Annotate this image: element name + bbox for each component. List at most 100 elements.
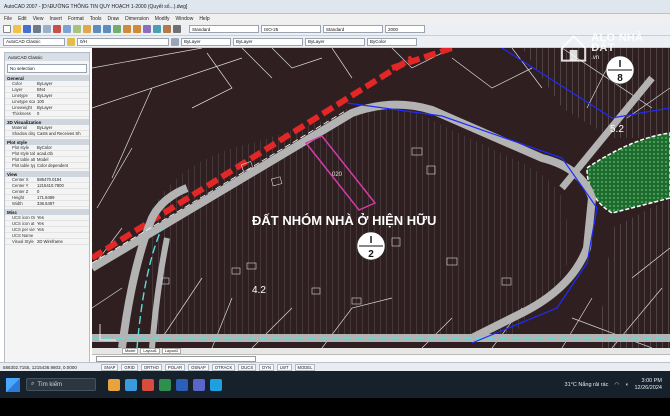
calculator-icon[interactable] [173, 25, 181, 33]
text-style-select[interactable]: Standard [189, 25, 259, 33]
menu-modify[interactable]: Modify [155, 16, 170, 22]
autocad-app-icon[interactable] [142, 378, 154, 391]
property-value[interactable]: acad.ctb [35, 151, 89, 156]
property-value[interactable]: 100 [35, 99, 89, 104]
property-name: Center Z [12, 189, 29, 194]
status-ducs[interactable]: DUCS [238, 363, 257, 371]
property-value[interactable]: 0 [35, 111, 89, 116]
weather-text[interactable]: 31°C Nắng rải rác [565, 382, 609, 388]
property-value[interactable]: 2D Wireframe [35, 239, 89, 244]
save-icon[interactable] [23, 25, 31, 33]
make-current-icon[interactable] [171, 37, 179, 46]
property-value[interactable]: 171.8499 [35, 195, 89, 200]
property-value[interactable]: BN4 [35, 87, 89, 92]
status-osnap[interactable]: OSNAP [188, 363, 209, 371]
status-otrack[interactable]: OTRACK [211, 363, 236, 371]
property-row[interactable]: Plot table typeColor dependent [5, 163, 89, 169]
undo-icon[interactable] [93, 25, 101, 33]
clock[interactable]: 3:00 PM 12/26/2024 [634, 378, 662, 392]
property-value[interactable]: Casts and Receives Sh [35, 131, 89, 136]
tool-palettes-icon[interactable] [163, 25, 171, 33]
zoom-realtime-icon[interactable] [123, 25, 131, 33]
menu-tools[interactable]: Tools [90, 16, 102, 22]
match-properties-icon[interactable] [83, 25, 91, 33]
menu-file[interactable]: File [4, 16, 12, 22]
status-lwt[interactable]: LWT [276, 363, 292, 371]
print-icon[interactable] [33, 25, 41, 33]
lineweight-select[interactable]: ByLayer [305, 37, 365, 46]
menu-view[interactable]: View [33, 16, 44, 22]
drawing-canvas[interactable]: 020 ĐẤT NHÓM NHÀ Ở HIỆN HỮU I 2 I 8 4.2 … [92, 48, 670, 348]
open-folder-icon[interactable] [13, 25, 21, 33]
property-row[interactable]: Visual Style 2D Wireframe [5, 239, 89, 245]
cut-icon[interactable] [53, 25, 61, 33]
zone-label: ĐẤT NHÓM NHÀ Ở HIỆN HỮU [252, 213, 436, 228]
volume-icon[interactable]: ◖ [625, 382, 628, 388]
teams-app-icon[interactable] [193, 378, 205, 391]
edge-browser-icon[interactable] [125, 378, 137, 391]
property-row[interactable]: Width 336.5497 [5, 201, 89, 207]
wifi-icon[interactable]: ◠ [614, 382, 619, 388]
taskbar-search[interactable]: ⌕ Tìm kiếm [26, 378, 96, 391]
menu-window[interactable]: Window [176, 16, 194, 22]
linetype-select[interactable]: ByLayer [233, 37, 303, 46]
paste-icon[interactable] [73, 25, 81, 33]
property-value[interactable]: ByLayer [35, 105, 89, 110]
menu-insert[interactable]: Insert [49, 16, 62, 22]
status-dyn[interactable]: DYN [259, 363, 274, 371]
property-value[interactable]: Model [35, 157, 89, 162]
dim-style-select[interactable]: ISO-25 [261, 25, 321, 33]
excel-app-icon[interactable] [159, 378, 171, 391]
menu-edit[interactable]: Edit [18, 16, 27, 22]
property-name: Layer [12, 87, 23, 92]
copy-icon[interactable] [63, 25, 71, 33]
table-style-select[interactable]: Standard [323, 25, 383, 33]
file-explorer-icon[interactable] [108, 378, 120, 391]
property-value[interactable]: 586470.0194 [35, 177, 89, 182]
property-value[interactable] [35, 233, 89, 238]
windows-start-icon[interactable] [6, 377, 20, 392]
property-row[interactable]: Shadow displayCasts and Receives Sh [5, 131, 89, 137]
property-value[interactable]: Yes [35, 227, 89, 232]
property-name: Plot table attac [12, 157, 35, 162]
zoom-window-icon[interactable] [133, 25, 141, 33]
zalo-app-icon[interactable] [210, 378, 222, 391]
new-file-icon[interactable] [3, 25, 11, 33]
property-value[interactable]: 336.5497 [35, 201, 89, 206]
property-value[interactable]: ByLayer [35, 125, 89, 130]
layer-manager-icon[interactable] [67, 37, 75, 46]
word-app-icon[interactable] [176, 378, 188, 391]
command-input[interactable] [96, 355, 256, 362]
property-value[interactable]: Yes [35, 221, 89, 226]
pan-icon[interactable] [113, 25, 121, 33]
workspace-select[interactable]: AutoCAD Classic [3, 37, 65, 46]
drawing-svg[interactable]: 020 ĐẤT NHÓM NHÀ Ở HIỆN HỮU I 2 I 8 4.2 … [92, 48, 670, 348]
property-row[interactable]: Thickness 0 [5, 111, 89, 117]
menu-dimension[interactable]: Dimension [125, 16, 149, 22]
status-snap[interactable]: SNAP [101, 363, 119, 371]
property-value[interactable]: ByColor [35, 145, 89, 150]
plotstyle-select[interactable]: ByColor [367, 37, 417, 46]
status-polar[interactable]: POLAR [164, 363, 186, 371]
menu-draw[interactable]: Draw [107, 16, 119, 22]
status-ortho[interactable]: ORTHO [140, 363, 162, 371]
property-value[interactable]: 0 [35, 189, 89, 194]
property-value[interactable]: Color dependent [35, 163, 89, 168]
color-select[interactable]: ByLayer [181, 37, 231, 46]
properties-icon[interactable] [143, 25, 151, 33]
zone-marker-center-top: I [370, 235, 373, 246]
property-value[interactable]: Yes [35, 215, 89, 220]
property-value[interactable]: 1215410.7800 [35, 183, 89, 188]
status-grid[interactable]: GRID [121, 363, 138, 371]
scale-select[interactable]: 2000 [385, 25, 425, 33]
plot-preview-icon[interactable] [43, 25, 51, 33]
menu-format[interactable]: Format [68, 16, 84, 22]
redo-icon[interactable] [103, 25, 111, 33]
status-model[interactable]: MODEL [294, 363, 316, 371]
menu-help[interactable]: Help [199, 16, 209, 22]
property-value[interactable]: ByLayer [35, 81, 89, 86]
property-value[interactable]: ByLayer [35, 93, 89, 98]
layer-select[interactable]: 0/H [77, 37, 169, 46]
selection-dropdown[interactable]: No selection [7, 64, 87, 73]
design-center-icon[interactable] [153, 25, 161, 33]
